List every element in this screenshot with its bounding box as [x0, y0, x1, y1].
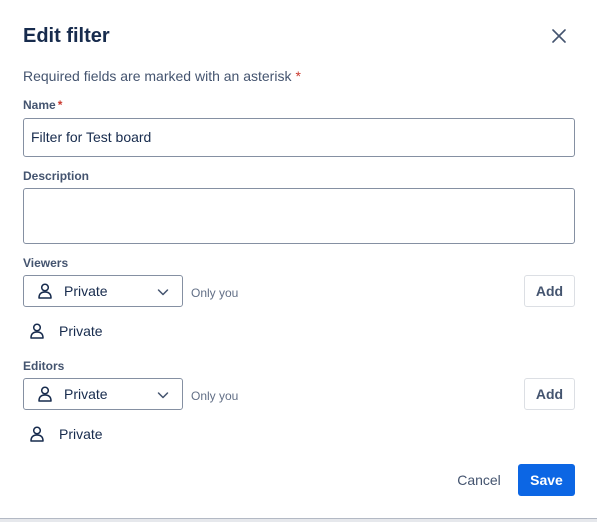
viewer-name: Private	[59, 323, 103, 339]
person-icon	[29, 426, 45, 442]
editor-list-item: Private	[29, 425, 103, 443]
required-asterisk: *	[295, 68, 301, 84]
viewers-hint: Only you	[191, 286, 239, 300]
chevron-down-icon	[157, 289, 169, 296]
person-icon	[29, 323, 45, 339]
name-required-asterisk: *	[57, 98, 63, 112]
person-icon	[37, 386, 53, 402]
add-editor-button[interactable]: Add	[524, 378, 575, 410]
chevron-down-icon	[157, 392, 169, 399]
close-button[interactable]	[545, 22, 573, 50]
add-viewer-button[interactable]: Add	[524, 275, 575, 307]
save-button[interactable]: Save	[518, 464, 575, 496]
name-label-text: Name	[23, 98, 56, 112]
dialog-title: Edit filter	[23, 25, 110, 47]
required-fields-note: Required fields are marked with an aster…	[23, 67, 301, 85]
person-icon	[37, 283, 53, 299]
editors-select-value: Private	[64, 386, 108, 402]
viewers-label: Viewers	[23, 256, 69, 270]
editors-hint: Only you	[191, 389, 239, 403]
name-input[interactable]: Filter for Test board	[23, 118, 575, 157]
edit-filter-dialog: Edit filter Required fields are marked w…	[0, 0, 597, 519]
editors-label: Editors	[23, 359, 65, 373]
description-label: Description	[23, 169, 90, 183]
viewers-select[interactable]: Private	[23, 275, 183, 307]
editors-select[interactable]: Private	[23, 378, 183, 410]
name-label: Name *	[23, 98, 62, 112]
viewers-select-value: Private	[64, 283, 108, 299]
cancel-button[interactable]: Cancel	[448, 464, 510, 496]
description-input[interactable]	[23, 188, 575, 244]
close-icon	[552, 29, 566, 43]
viewer-list-item: Private	[29, 322, 103, 340]
required-note-text: Required fields are marked with an aster…	[23, 68, 292, 84]
editor-name: Private	[59, 426, 103, 442]
